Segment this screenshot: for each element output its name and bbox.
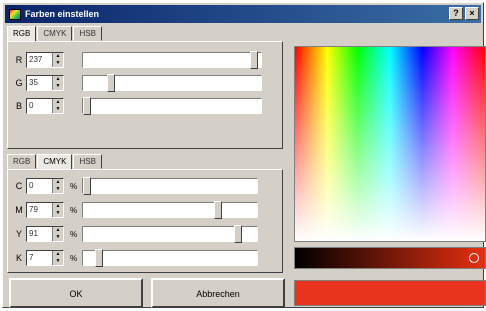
close-button[interactable]: × [465,7,479,20]
rgb-row-g: G 35 ▲ ▼ [12,74,262,92]
spinner-arrows-icon[interactable]: ▲ ▼ [52,251,63,265]
percent-unit: % [70,253,78,263]
r-slider[interactable] [82,51,262,69]
help-button[interactable]: ? [449,7,463,20]
c-value-input[interactable]: 0 ▲ ▼ [26,178,64,194]
spinner-arrows-icon[interactable]: ▲ ▼ [52,76,63,90]
rgb-row-b: B 0 ▲ ▼ [12,97,262,115]
slider-thumb[interactable] [94,249,103,267]
slider-thumb[interactable] [106,74,115,92]
color-preview-swatch [294,280,486,306]
rgb-row-r: R 237 ▲ ▼ [12,51,262,69]
cancel-button[interactable]: Abbrechen [151,278,285,308]
percent-unit: % [70,181,78,191]
channel-label: R [15,55,23,65]
slider-thumb[interactable] [249,51,258,69]
brightness-bar[interactable] [294,247,486,269]
b-value-input[interactable]: 0 ▲ ▼ [26,98,64,114]
slider-thumb[interactable] [214,201,223,219]
spinner-arrows-icon[interactable]: ▲ ▼ [52,179,63,193]
tab-cmyk[interactable]: CMYK [37,154,73,170]
color-dialog-window: Farben einstellen ? × RGB CMYK HSB R 237… [2,2,486,308]
selection-marker-icon[interactable] [469,253,479,263]
spinner-arrows-icon[interactable]: ▲ ▼ [52,203,63,217]
spinner-arrows-icon[interactable]: ▲ ▼ [52,99,63,113]
channel-label: Y [15,229,22,239]
color-spectrum-picker[interactable] [294,46,486,242]
palette-icon [9,8,21,20]
channel-label: K [15,253,22,263]
c-slider[interactable] [82,177,258,195]
cmyk-row-y: Y 91 ▲ ▼ % [12,225,258,243]
spinner-arrows-icon[interactable]: ▲ ▼ [52,53,63,67]
m-slider[interactable] [82,201,258,219]
percent-unit: % [70,229,78,239]
tab-cmyk[interactable]: CMYK [37,26,73,41]
g-value-input[interactable]: 35 ▲ ▼ [26,75,64,91]
k-value-input[interactable]: 7 ▲ ▼ [26,250,64,266]
y-slider[interactable] [82,225,258,243]
channel-label: C [15,181,23,191]
cmyk-row-c: C 0 ▲ ▼ % [12,177,258,195]
y-value-input[interactable]: 91 ▲ ▼ [26,226,64,242]
tab-hsb[interactable]: HSB [73,26,102,41]
channel-label: B [15,101,22,111]
ok-button[interactable]: OK [9,278,143,308]
slider-thumb[interactable] [234,225,243,243]
cmyk-panel: C 0 ▲ ▼ % M 79 ▲ ▼ % Y 91 ▲ ▼ % K 7 ▲ ▼ % [7,169,283,273]
window-title: Farben einstellen [25,9,100,19]
spinner-arrows-icon[interactable]: ▲ ▼ [52,227,63,241]
rgb-panel: R 237 ▲ ▼ G 35 ▲ ▼ B 0 ▲ ▼ [7,41,283,149]
tab-rgb[interactable]: RGB [7,26,37,42]
g-slider[interactable] [82,74,262,92]
slider-thumb[interactable] [83,177,91,195]
slider-thumb[interactable] [83,97,91,115]
cmyk-tab-strip: RGB CMYK HSB [7,154,103,170]
r-value-input[interactable]: 237 ▲ ▼ [26,52,64,68]
channel-label: G [15,78,23,88]
channel-label: M [15,205,23,215]
percent-unit: % [70,205,78,215]
tab-hsb[interactable]: HSB [73,154,102,169]
rgb-tab-strip: RGB CMYK HSB [7,26,103,42]
cmyk-row-m: M 79 ▲ ▼ % [12,201,258,219]
m-value-input[interactable]: 79 ▲ ▼ [26,202,64,218]
b-slider[interactable] [82,97,262,115]
title-bar[interactable]: Farben einstellen ? × [5,5,481,23]
k-slider[interactable] [82,249,258,267]
cmyk-row-k: K 7 ▲ ▼ % [12,249,258,267]
tab-rgb[interactable]: RGB [7,154,37,169]
